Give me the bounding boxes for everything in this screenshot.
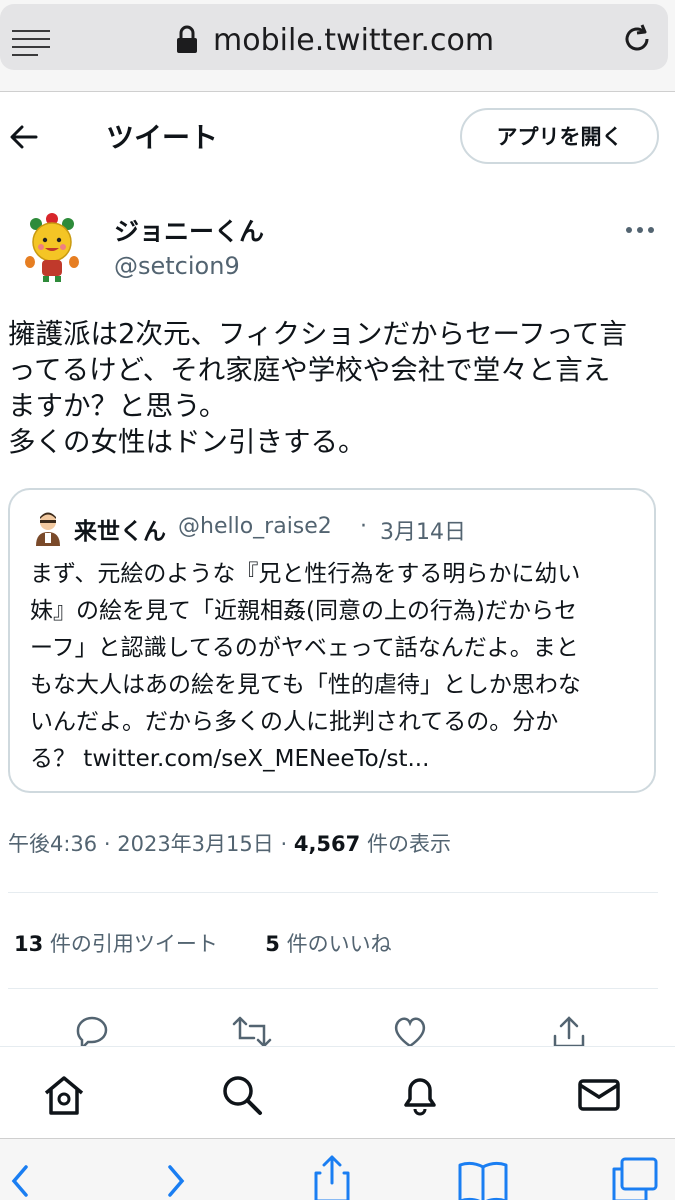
browser-toolbar xyxy=(0,1138,675,1200)
url-display[interactable]: mobile.twitter.com xyxy=(175,20,494,60)
like-label: 件のいいね xyxy=(286,932,392,956)
author-handle[interactable]: @setcion9 xyxy=(114,252,240,280)
bell-icon[interactable] xyxy=(398,1073,442,1117)
meta-separator: · xyxy=(103,832,111,856)
tweet-header: ツイート アプリを開く xyxy=(0,92,675,184)
tweet-text-line: ますか？と思う。 xyxy=(8,390,227,422)
quote-text-line: いんだよ。だから多くの人に批判されてるの。分か xyxy=(30,709,559,735)
browser-top-bar: mobile.twitter.com xyxy=(0,0,675,92)
quote-text-line: まず、元絵のような『兄と性行為をする明らかに幼い xyxy=(30,561,581,587)
quote-date: 3月14日 xyxy=(380,520,466,545)
tweet-meta: 午後4:36 · 2023年3月15日 · 4,567 件の表示 xyxy=(8,828,451,858)
heart-icon[interactable] xyxy=(392,1014,428,1048)
share-icon[interactable] xyxy=(312,1153,352,1200)
lock-icon xyxy=(175,25,199,55)
divider xyxy=(8,988,658,989)
tweet-text-line: 擁護派は2次元、フィクションだからセーフって言 xyxy=(8,318,627,350)
quote-label: 件の引用ツイート xyxy=(49,932,218,956)
tweet-stats: 13 件の引用ツイート 5 件のいいね xyxy=(14,928,392,958)
more-icon[interactable] xyxy=(626,224,656,236)
quoted-tweet[interactable]: 来世くん @hello_raise2 · 3月14日 まず、元絵のような『兄と性… xyxy=(8,488,656,793)
tweet-text-line: 多くの女性はドン引きする。 xyxy=(8,426,366,458)
quote-author-handle: @hello_raise2 xyxy=(178,514,332,539)
quote-author-name: 来世くん xyxy=(74,519,166,545)
quote-text-line: ーフ」と認識してるのがヤベェって話なんだよ。まと xyxy=(30,635,579,661)
page-title: ツイート xyxy=(106,121,219,154)
quote-separator: · xyxy=(360,514,367,539)
views-count: 4,567 xyxy=(293,832,361,856)
bottom-nav xyxy=(0,1046,675,1138)
back-arrow-icon[interactable] xyxy=(8,120,42,154)
quote-text-line: もな大人はあの絵を見ても「性的虐待」としか思わな xyxy=(30,672,581,698)
tweet-actions xyxy=(0,1012,675,1048)
search-icon[interactable] xyxy=(220,1073,264,1117)
tabs-icon[interactable] xyxy=(610,1155,660,1200)
menu-icon[interactable] xyxy=(12,28,52,56)
quote-tweets-link[interactable]: 13 件の引用ツイート xyxy=(14,932,218,956)
reply-icon[interactable] xyxy=(74,1014,110,1048)
quote-text-line: る？ twitter.com/seX_MENeeTo/st... xyxy=(30,746,430,772)
quote-text-line: 妹』の絵を見て「近親相姦(同意の上の行為)だからセ xyxy=(30,598,577,624)
quote-count: 13 xyxy=(14,932,44,956)
url-text: mobile.twitter.com xyxy=(213,22,495,58)
views-label: 件の表示 xyxy=(366,832,451,856)
tweet-time: 午後4:36 xyxy=(8,832,98,856)
tweet-text-line: ってるけど、それ家庭や学校や会社で堂々と言え xyxy=(8,354,611,386)
home-icon[interactable] xyxy=(42,1073,86,1117)
open-app-button[interactable]: アプリを開く xyxy=(460,108,659,164)
tweet-text: 擁護派は2次元、フィクションだからセーフって言 ってるけど、それ家庭や学校や会社… xyxy=(8,316,668,460)
likes-link[interactable]: 5 件のいいね xyxy=(265,932,391,956)
meta-separator: · xyxy=(280,832,288,856)
url-bar[interactable]: mobile.twitter.com xyxy=(0,4,668,70)
quote-avatar xyxy=(30,510,66,546)
share-icon[interactable] xyxy=(551,1014,587,1048)
retweet-icon[interactable] xyxy=(232,1014,272,1048)
reload-icon[interactable] xyxy=(620,22,654,56)
chevron-right-icon[interactable] xyxy=(164,1159,188,1200)
author-name[interactable]: ジョニーくん xyxy=(114,212,264,248)
tweet-date: 2023年3月15日 xyxy=(117,832,274,856)
quote-text: まず、元絵のような『兄と性行為をする明らかに幼い 妹』の絵を見て「近親相姦(同意… xyxy=(30,556,650,778)
chevron-left-icon[interactable] xyxy=(8,1159,32,1200)
book-icon[interactable] xyxy=(456,1159,510,1200)
divider xyxy=(8,892,658,893)
mail-icon[interactable] xyxy=(577,1073,621,1117)
avatar[interactable] xyxy=(14,210,90,286)
like-count: 5 xyxy=(265,932,280,956)
